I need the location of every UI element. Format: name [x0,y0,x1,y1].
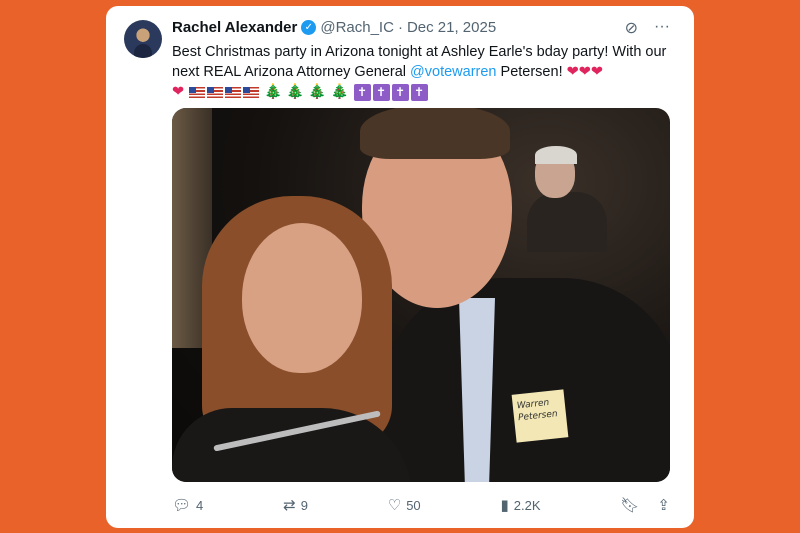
tweet-top-icons: ⊘ ··· [625,18,670,38]
cross-emoji: ✝ [410,83,428,101]
bookmark-icon[interactable]: 🔖︎ [620,496,639,514]
verified-icon: ✓ [301,20,317,35]
hearts-emoji: ❤❤❤ [566,64,604,80]
tweet-date[interactable]: Dec 21, 2025 [407,19,496,36]
photo-name-tag: Warren Petersen [511,389,569,443]
author-handle[interactable]: @Rach_IC [320,19,394,36]
tweet-header: Rachel Alexander ✓ @Rach_IC · Dec 21, 20… [172,19,496,36]
views-icon: ▮ [500,497,509,514]
reply-button[interactable]: 💬︎ 4 [172,496,203,514]
retweet-button[interactable]: ⇄ 9 [283,496,308,514]
cross-emoji: ✝ [391,83,409,101]
photo-man-jacket [382,278,670,482]
heart-emoji: ❤ [172,84,185,100]
us-flag-icon [225,86,242,98]
views-button[interactable]: ▮ 2.2K [501,496,541,514]
retweet-count: 9 [300,497,308,513]
us-flag-icon [189,86,206,98]
tweet-text: Best Christmas party in Arizona tonight … [172,42,672,102]
mention-link[interactable]: @votewarren [410,64,496,80]
avatar[interactable] [124,20,162,58]
separator: · [397,19,403,36]
photo-woman-face [242,223,362,373]
reply-icon: 💬︎ [172,497,192,514]
tweet-secondary-actions: 🔖︎ ⇪ [620,496,670,514]
like-button[interactable]: ♡ 50 [388,496,421,514]
author-name[interactable]: Rachel Alexander [172,19,297,36]
reply-count: 4 [196,497,204,513]
tweet-photo[interactable]: Warren Petersen [172,108,670,482]
views-count: 2.2K [513,497,541,513]
tweet-text-part2: Petersen! [496,64,563,80]
us-flag-icon [243,86,260,98]
grok-icon[interactable]: ⊘ [625,18,638,38]
us-flag-icon [207,86,224,98]
tweet-card: Rachel Alexander ✓ @Rach_IC · Dec 21, 20… [106,6,694,528]
cross-emoji: ✝ [353,83,371,101]
photo-background-person [527,146,607,252]
like-icon: ♡ [387,497,402,514]
cross-emoji: ✝ [372,83,390,101]
share-icon[interactable]: ⇪ [657,496,670,514]
like-count: 50 [406,497,421,513]
more-icon[interactable]: ··· [654,18,670,38]
tweet-actions: 💬︎ 4 ⇄ 9 ♡ 50 ▮ 2.2K 🔖︎ ⇪ [172,496,670,514]
photo-man-hair [360,108,510,159]
retweet-icon: ⇄ [283,497,296,514]
christmas-tree-emoji: 🎄 🎄 🎄 🎄 [264,84,349,100]
